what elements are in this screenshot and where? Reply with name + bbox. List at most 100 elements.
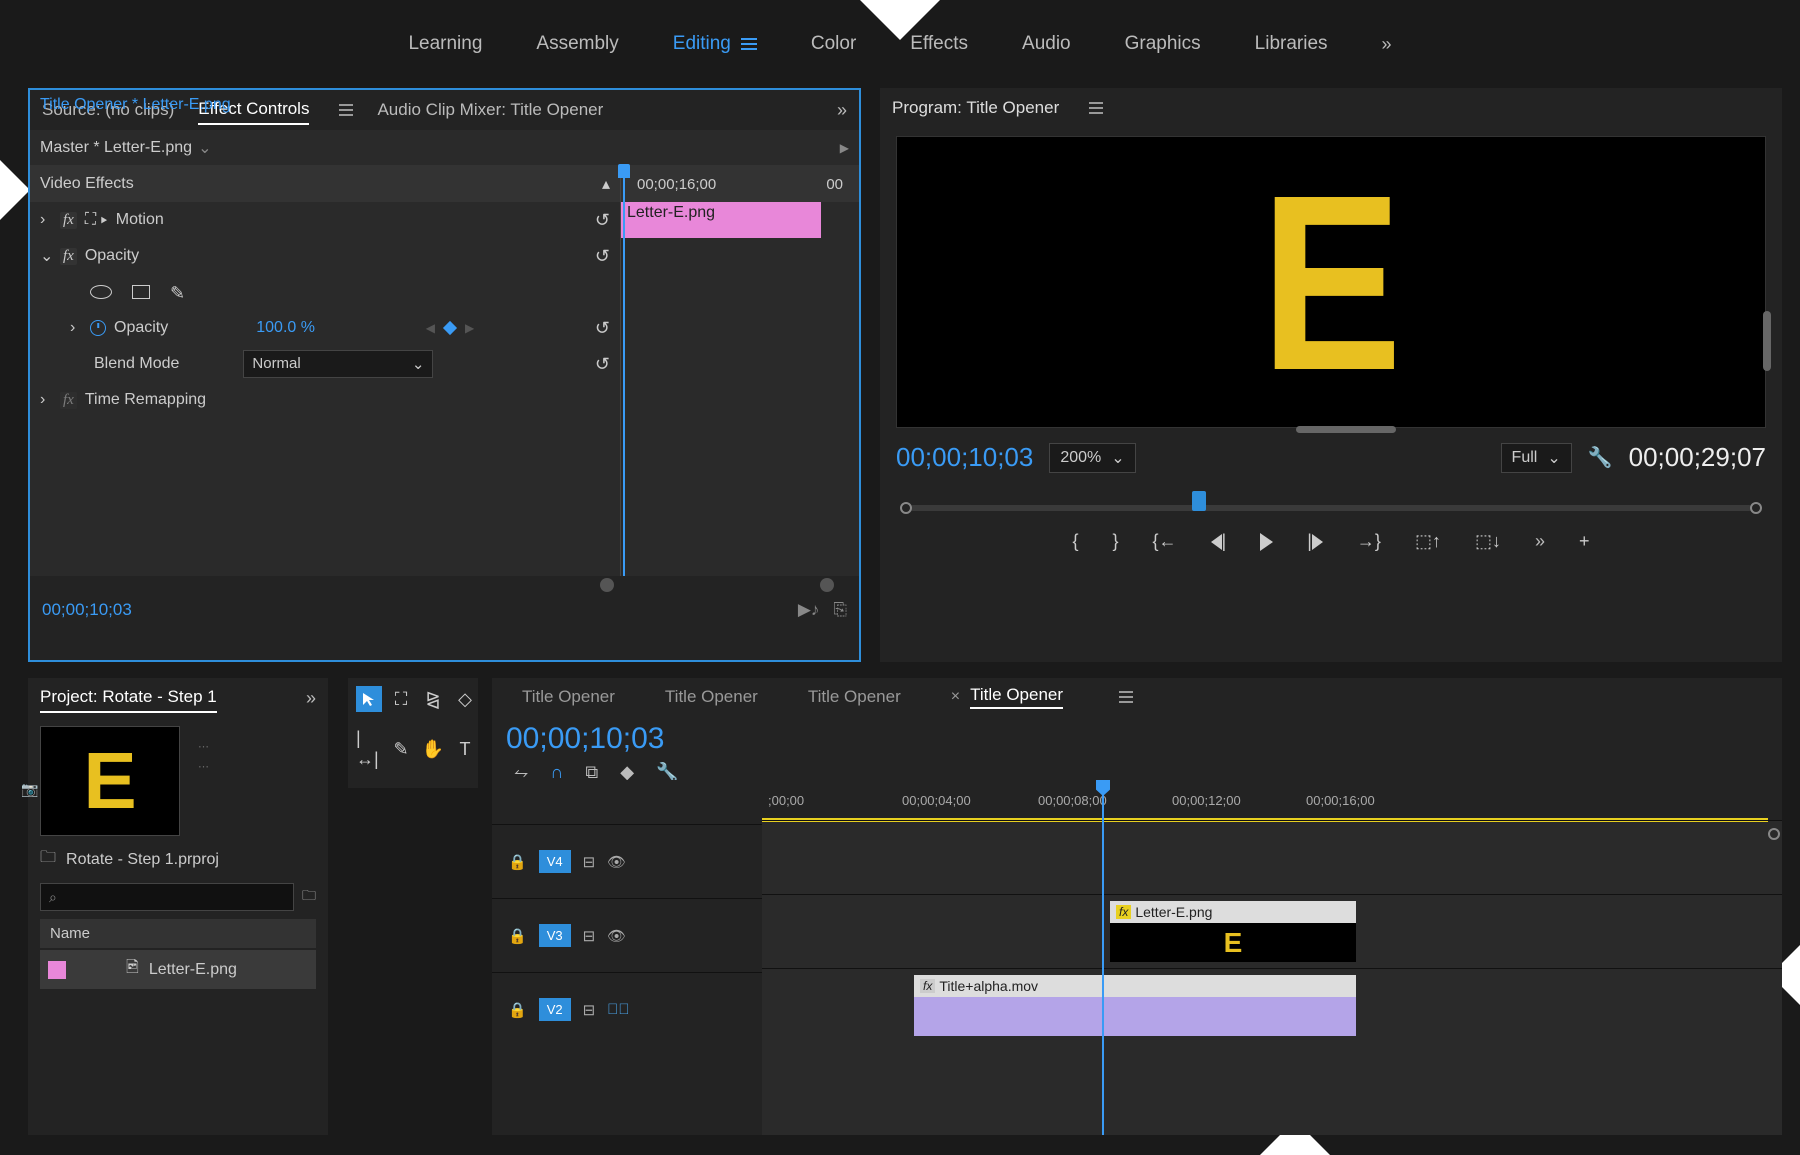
pen-tool-icon[interactable]: ✎ xyxy=(388,736,414,762)
lock-icon[interactable]: 🔒 xyxy=(508,1001,527,1019)
reset-icon[interactable]: ↺ xyxy=(595,210,610,231)
export-frame-icon[interactable]: ⎘ xyxy=(833,600,847,620)
next-keyframe-icon[interactable]: ▶ xyxy=(465,321,474,335)
play-icon[interactable] xyxy=(1260,533,1273,551)
tab-project[interactable]: Project: Rotate - Step 1 xyxy=(40,683,217,713)
panel-menu-icon[interactable] xyxy=(1089,102,1103,114)
collapse-icon[interactable]: ▴ xyxy=(602,174,610,194)
sync-lock-icon[interactable]: ⊟ xyxy=(583,927,596,945)
project-file-row[interactable]: 🗀 Rotate - Step 1.prproj xyxy=(40,846,316,873)
panel-overflow-icon[interactable]: » xyxy=(837,100,847,121)
timeline-tab-1[interactable]: Title Opener xyxy=(665,687,758,707)
slip-tool-icon[interactable]: |↔| xyxy=(356,736,382,762)
wrench-icon[interactable]: 🔧 xyxy=(1588,445,1613,470)
mark-in-icon[interactable]: { xyxy=(1073,531,1079,552)
ec-scrollbar[interactable] xyxy=(30,576,859,594)
camera-icon[interactable]: 📷 xyxy=(21,781,38,798)
prev-keyframe-icon[interactable]: ◀ xyxy=(426,321,435,335)
project-search-input[interactable]: ⌕ xyxy=(40,883,294,911)
play-only-icon[interactable]: ▶♪ xyxy=(798,600,820,620)
timeline-tab-3[interactable]: Title Opener xyxy=(970,685,1063,709)
new-bin-icon[interactable]: 🗀 xyxy=(302,885,316,909)
reset-icon[interactable]: ↺ xyxy=(595,354,610,375)
viewer-hscroll[interactable] xyxy=(1296,426,1396,433)
extract-icon[interactable]: ⬚↓ xyxy=(1475,531,1501,552)
step-back-icon[interactable]: | xyxy=(1211,531,1227,552)
clip-letter-e[interactable]: fxLetter-E.png E xyxy=(1110,901,1356,962)
effect-controls-timeline[interactable]: 00;00;16;00 00 Letter-E.png xyxy=(620,166,859,576)
project-thumbnail[interactable]: E ⋯⋯ 📷 xyxy=(40,726,180,836)
program-viewer[interactable]: E xyxy=(896,136,1766,428)
scrub-track[interactable] xyxy=(910,505,1752,511)
vscroll-knob[interactable] xyxy=(1768,828,1780,840)
quality-dropdown[interactable]: Full⌄ xyxy=(1501,443,1572,473)
viewer-vscroll[interactable] xyxy=(1763,311,1771,371)
ripple-edit-tool-icon[interactable]: ⧎ xyxy=(420,686,446,712)
track-label[interactable]: V2 xyxy=(539,998,571,1021)
column-header-name[interactable]: Name xyxy=(40,919,316,948)
selection-tool-icon[interactable] xyxy=(356,686,382,712)
tab-program[interactable]: Program: Title Opener xyxy=(892,94,1059,122)
sync-lock-icon[interactable]: ⊟ xyxy=(583,1001,596,1019)
project-item-row[interactable]: 🖻 Letter-E.png xyxy=(40,950,316,989)
program-scrubber[interactable] xyxy=(896,489,1766,517)
panel-menu-icon[interactable] xyxy=(1119,691,1133,703)
timeline-tab-0[interactable]: Title Opener xyxy=(522,687,615,707)
track-lane-v3[interactable]: fxLetter-E.png E xyxy=(762,894,1782,968)
razor-tool-icon[interactable]: ◇ xyxy=(452,686,478,712)
add-keyframe-icon[interactable] xyxy=(443,321,457,335)
mark-out-icon[interactable]: } xyxy=(1113,531,1119,552)
timeline-playhead[interactable] xyxy=(1102,780,1104,1135)
track-header-v4[interactable]: 🔒 V4 ⊟ 👁 xyxy=(492,824,762,898)
search-field[interactable] xyxy=(57,890,285,905)
tab-audio-mixer[interactable]: Audio Clip Mixer: Title Opener xyxy=(377,96,603,124)
workspace-assembly[interactable]: Assembly xyxy=(536,33,618,55)
track-select-tool-icon[interactable]: ⛶ xyxy=(388,686,414,712)
ec-ruler[interactable]: 00;00;16;00 00 xyxy=(621,166,859,202)
sync-lock-icon[interactable]: ⊟ xyxy=(583,853,596,871)
go-to-out-icon[interactable]: →} xyxy=(1357,531,1381,552)
workspace-learning[interactable]: Learning xyxy=(408,33,482,55)
eye-disabled-icon[interactable]: 👁⃠ xyxy=(607,1001,630,1018)
track-lane-v2[interactable]: fxTitle+alpha.mov xyxy=(762,968,1782,1042)
reset-icon[interactable]: ↺ xyxy=(595,318,610,339)
ec-clip-bar[interactable]: Letter-E.png xyxy=(621,202,821,238)
type-tool-icon[interactable]: T xyxy=(452,736,478,762)
label-swatch[interactable] xyxy=(48,961,66,979)
eye-icon[interactable]: 👁 xyxy=(607,853,626,871)
workspace-overflow-icon[interactable]: » xyxy=(1382,34,1392,55)
timeline-tab-2[interactable]: Title Opener xyxy=(808,687,901,707)
track-header-v3[interactable]: 🔒 V3 ⊟ 👁 xyxy=(492,898,762,972)
transport-overflow-icon[interactable]: » xyxy=(1535,531,1545,552)
sequence-clip-name[interactable]: Title Opener * Letter-E.png xyxy=(40,96,231,654)
track-label[interactable]: V3 xyxy=(539,924,571,947)
scrub-start-handle[interactable] xyxy=(900,502,912,514)
close-tab-icon[interactable]: × xyxy=(951,688,960,706)
clip-title-alpha[interactable]: fxTitle+alpha.mov xyxy=(914,975,1356,1036)
step-forward-icon[interactable]: | xyxy=(1307,531,1323,552)
eye-icon[interactable]: 👁 xyxy=(607,927,626,945)
workspace-graphics[interactable]: Graphics xyxy=(1125,33,1201,55)
ec-playhead[interactable] xyxy=(623,166,625,576)
workspace-color[interactable]: Color xyxy=(811,33,856,55)
track-header-v2[interactable]: 🔒 V2 ⊟ 👁⃠ xyxy=(492,972,762,1046)
timeline-ruler[interactable]: ;00;00 00;00;04;00 00;00;08;00 00;00;12;… xyxy=(762,780,1782,820)
blend-mode-dropdown[interactable]: Normal ⌄ xyxy=(243,350,433,378)
program-current-time[interactable]: 00;00;10;03 xyxy=(896,442,1033,473)
workspace-libraries[interactable]: Libraries xyxy=(1255,33,1328,55)
pen-mask-icon[interactable] xyxy=(170,283,188,301)
timeline-current-time[interactable]: 00;00;10;03 xyxy=(506,722,664,756)
scrub-playhead[interactable] xyxy=(1192,491,1206,511)
scroll-thumb-right[interactable] xyxy=(820,578,834,592)
lock-icon[interactable]: 🔒 xyxy=(508,927,527,945)
scrub-end-handle[interactable] xyxy=(1750,502,1762,514)
panel-menu-icon[interactable] xyxy=(339,104,353,116)
lock-icon[interactable]: 🔒 xyxy=(508,853,527,871)
timeline-tracks[interactable]: ;00;00 00;00;04;00 00;00;08;00 00;00;12;… xyxy=(762,780,1782,1135)
stopwatch-icon[interactable] xyxy=(90,320,106,336)
zoom-dropdown[interactable]: 200%⌄ xyxy=(1049,443,1135,473)
add-button-icon[interactable]: + xyxy=(1579,531,1590,552)
workspace-audio[interactable]: Audio xyxy=(1022,33,1071,55)
opacity-value[interactable]: 100.0 % xyxy=(256,319,315,337)
go-to-in-icon[interactable]: {← xyxy=(1153,531,1177,552)
